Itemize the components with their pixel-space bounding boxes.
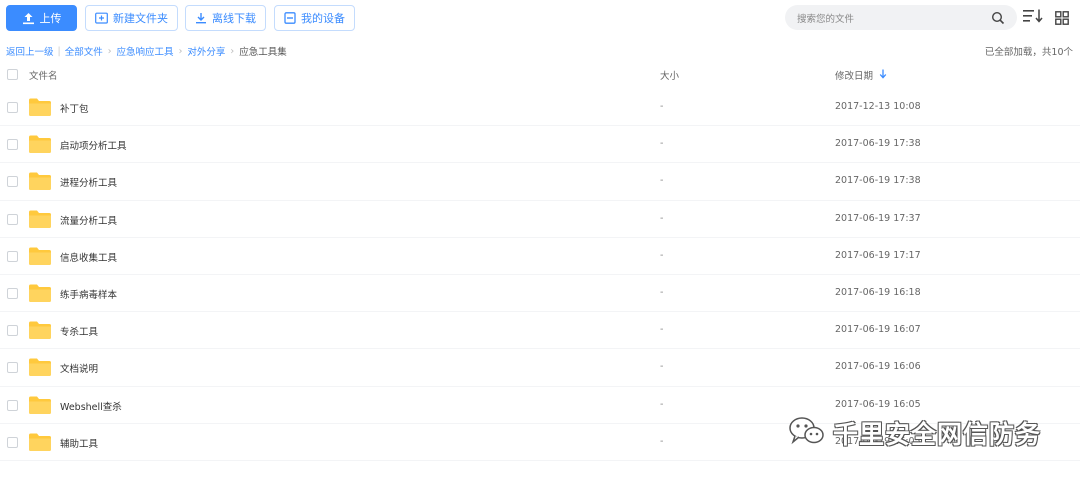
table-row[interactable]: 文档说明 - 2017-06-19 16:06 [0, 349, 1080, 387]
table-header: 文件名 大小 修改日期 [0, 64, 1080, 86]
table-row[interactable]: 进程分析工具 - 2017-06-19 17:38 [0, 163, 1080, 201]
grid-view-icon[interactable] [1055, 10, 1069, 29]
file-modified: 2017-06-19 16:05 [835, 398, 921, 410]
column-header-name[interactable]: 文件名 [29, 68, 58, 82]
row-checkbox[interactable] [7, 213, 18, 225]
breadcrumb-item[interactable]: 全部文件 [65, 44, 103, 58]
row-checkbox[interactable] [7, 325, 18, 337]
breadcrumb: 返回上一级 | 全部文件 › 应急响应工具 › 对外分享 › 应急工具集 [6, 44, 287, 59]
file-modified: 2017-06-19 17:38 [835, 175, 921, 187]
file-name[interactable]: 信息收集工具 [60, 250, 117, 264]
folder-icon [29, 247, 51, 268]
row-checkbox[interactable] [7, 399, 18, 411]
file-size: - [660, 361, 664, 373]
table-row[interactable]: 补丁包 - 2017-12-13 10:08 [0, 89, 1080, 127]
folder-icon [29, 284, 51, 305]
table-row[interactable]: 辅助工具 - 2017-06-19 16:05 [0, 424, 1080, 461]
file-name[interactable]: 专杀工具 [60, 324, 98, 338]
file-name[interactable]: 练手病毒样本 [60, 287, 117, 301]
file-modified: 2017-06-19 16:06 [835, 361, 921, 373]
file-modified: 2017-06-19 17:17 [835, 249, 921, 261]
row-checkbox[interactable] [7, 176, 18, 188]
breadcrumb-separator: › [178, 45, 183, 57]
folder-icon [29, 210, 51, 231]
breadcrumb-divider: | [57, 45, 61, 57]
load-status: 已全部加载，共10个 [984, 47, 1073, 58]
table-row[interactable]: 启动项分析工具 - 2017-06-19 17:38 [0, 126, 1080, 164]
table-row[interactable]: 练手病毒样本 - 2017-06-19 16:18 [0, 275, 1080, 313]
toolbar: 上传 新建文件夹 离线下载 我的设备 搜索您的文件 [0, 0, 1080, 36]
search-placeholder: 搜索您的文件 [797, 14, 855, 25]
select-all-checkbox[interactable] [7, 69, 18, 80]
new-folder-button[interactable]: 新建文件夹 [85, 5, 178, 31]
table-row[interactable]: 专杀工具 - 2017-06-19 16:07 [0, 312, 1080, 350]
breadcrumb-item[interactable]: 应急响应工具 [117, 44, 174, 58]
search-input[interactable]: 搜索您的文件 [785, 5, 1017, 30]
file-list: 补丁包 - 2017-12-13 10:08 启动项分析工具 - 2017-06-19 1… [0, 89, 1080, 461]
device-icon [284, 12, 296, 24]
column-header-modified-label: 修改日期 [835, 71, 874, 82]
row-checkbox[interactable] [7, 250, 18, 262]
upload-icon [22, 12, 35, 25]
breadcrumb-separator: › [107, 45, 112, 57]
folder-icon [29, 172, 51, 193]
folder-icon [29, 433, 51, 454]
file-name[interactable]: Webshell查杀 [60, 399, 122, 413]
file-size: - [660, 249, 664, 261]
breadcrumb-current: 应急工具集 [239, 47, 287, 58]
file-size: - [660, 286, 664, 298]
new-folder-icon [95, 12, 108, 24]
folder-icon [29, 135, 51, 156]
row-checkbox[interactable] [7, 102, 18, 113]
row-checkbox[interactable] [7, 139, 18, 151]
download-icon [195, 12, 207, 24]
column-header-modified[interactable]: 修改日期 [835, 68, 887, 82]
file-modified: 2017-06-19 16:18 [835, 286, 921, 298]
folder-icon [29, 396, 51, 417]
folder-icon [29, 98, 51, 119]
file-name[interactable]: 文档说明 [60, 361, 98, 375]
file-size: - [660, 324, 664, 336]
row-checkbox[interactable] [7, 362, 18, 374]
new-folder-label: 新建文件夹 [113, 12, 168, 25]
sort-icon[interactable] [1022, 8, 1044, 28]
file-name[interactable]: 流量分析工具 [60, 213, 117, 227]
upload-button[interactable]: 上传 [6, 5, 77, 31]
folder-icon [29, 321, 51, 342]
file-modified: 2017-06-19 16:05 [835, 435, 921, 447]
my-devices-label: 我的设备 [301, 12, 345, 25]
row-checkbox[interactable] [7, 287, 18, 299]
file-modified: 2017-06-19 17:38 [835, 138, 921, 150]
folder-icon [29, 358, 51, 379]
offline-download-button[interactable]: 离线下载 [185, 5, 266, 31]
file-name[interactable]: 补丁包 [60, 101, 89, 115]
breadcrumb-back[interactable]: 返回上一级 [6, 44, 54, 58]
row-checkbox[interactable] [7, 436, 18, 448]
sort-desc-arrow-icon [879, 69, 887, 82]
file-size: - [660, 435, 664, 447]
file-size: - [660, 175, 664, 187]
file-size: - [660, 212, 664, 224]
file-modified: 2017-06-19 17:37 [835, 212, 921, 224]
file-size: - [660, 138, 664, 150]
file-name[interactable]: 启动项分析工具 [60, 138, 127, 152]
upload-label: 上传 [39, 12, 62, 25]
table-row[interactable]: 流量分析工具 - 2017-06-19 17:37 [0, 201, 1080, 238]
table-row[interactable]: 信息收集工具 - 2017-06-19 17:17 [0, 238, 1080, 275]
search-icon[interactable] [991, 10, 1005, 29]
breadcrumb-separator: › [230, 45, 235, 57]
file-modified: 2017-12-13 10:08 [835, 101, 921, 112]
column-header-size[interactable]: 大小 [660, 68, 679, 82]
file-name[interactable]: 进程分析工具 [60, 175, 117, 189]
offline-download-label: 离线下载 [212, 12, 256, 25]
file-size: - [660, 398, 664, 410]
file-size: - [660, 101, 664, 112]
breadcrumb-item[interactable]: 对外分享 [187, 44, 225, 58]
file-modified: 2017-06-19 16:07 [835, 324, 921, 336]
my-devices-button[interactable]: 我的设备 [274, 5, 355, 31]
file-name[interactable]: 辅助工具 [60, 436, 98, 450]
table-row[interactable]: Webshell查杀 - 2017-06-19 16:05 [0, 387, 1080, 424]
